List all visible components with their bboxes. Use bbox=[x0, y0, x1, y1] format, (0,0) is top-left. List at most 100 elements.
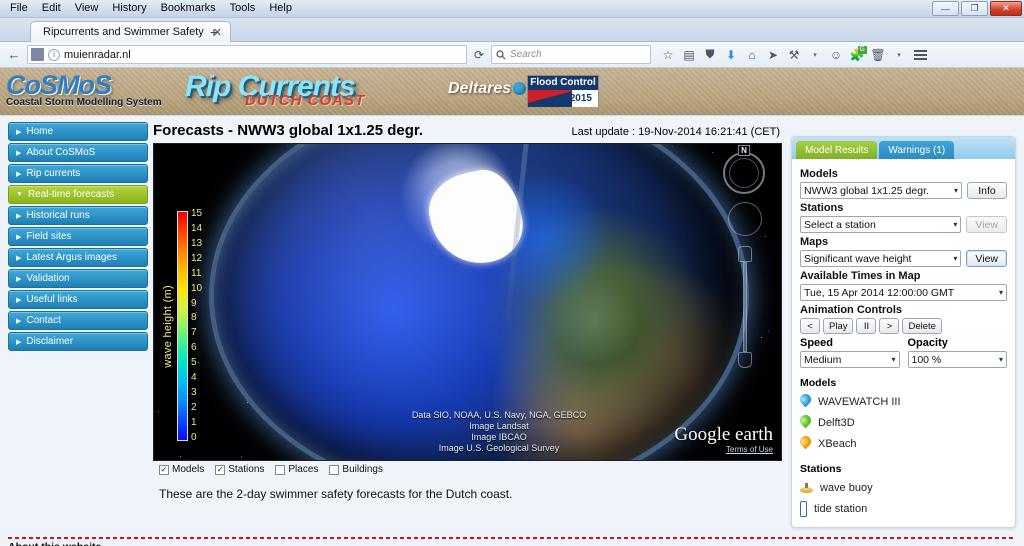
earth-navigation-controls[interactable]: N bbox=[723, 152, 767, 368]
flood-control-logo[interactable]: Flood Control 2015 bbox=[527, 75, 599, 107]
map-pin-icon bbox=[800, 394, 811, 410]
trash-icon[interactable]: 🗑 bbox=[868, 45, 888, 65]
menu-bookmarks[interactable]: Bookmarks bbox=[155, 1, 222, 15]
checkbox-checked-icon[interactable]: ✓ bbox=[159, 465, 169, 475]
checkbox-unchecked-icon[interactable] bbox=[329, 465, 339, 475]
opacity-select[interactable]: 100 % ▾ bbox=[908, 351, 1008, 368]
models-info-button[interactable]: Info bbox=[967, 182, 1007, 199]
anim-delete-button[interactable]: Delete bbox=[902, 318, 941, 334]
anim-pause-button[interactable]: II bbox=[856, 318, 876, 334]
maps-label: Maps bbox=[800, 236, 1007, 248]
sidebar-item-real-time-forecasts[interactable]: ▼ Real-time forecasts bbox=[8, 185, 148, 204]
page-info-icon[interactable]: i bbox=[48, 49, 60, 61]
menu-tools[interactable]: Tools bbox=[224, 1, 262, 15]
sidebar-item-useful-links[interactable]: ▶ Useful links bbox=[8, 290, 148, 309]
cosmos-logo[interactable]: CoSMoS Coastal Storm Modelling System bbox=[6, 70, 162, 108]
reload-icon[interactable]: ⟳ bbox=[470, 46, 488, 64]
chevron-down-icon: ▾ bbox=[954, 186, 958, 195]
compass-rose-icon[interactable]: N bbox=[723, 152, 765, 194]
sidebar-item-rip-currents[interactable]: ▶ Rip currents bbox=[8, 164, 148, 183]
deltares-logo[interactable]: Deltares bbox=[448, 80, 526, 98]
sidebar-item-validation[interactable]: ▶ Validation bbox=[8, 269, 148, 288]
menu-help[interactable]: Help bbox=[263, 1, 298, 15]
menu-file[interactable]: File bbox=[4, 1, 34, 15]
layer-label: Models bbox=[172, 464, 204, 475]
menu-hamburger-icon[interactable] bbox=[910, 45, 930, 65]
sidebar-item-home[interactable]: ▶ Home bbox=[8, 122, 148, 141]
menu-bar: File Edit View History Bookmarks Tools H… bbox=[4, 1, 298, 15]
legend-item-wavewatch: WAVEWATCH III bbox=[800, 391, 1007, 412]
google-earth-viewport[interactable]: wave height (m) 15 14 13 12 11 10 9 8 7 bbox=[153, 143, 782, 461]
layer-toggle-models[interactable]: ✓ Models bbox=[159, 464, 204, 475]
anim-previous-button[interactable]: < bbox=[800, 318, 820, 334]
layer-toggle-places[interactable]: Places bbox=[275, 464, 318, 475]
address-bar[interactable]: i muienradar.nl bbox=[27, 45, 467, 64]
sidebar-item-latest-argus-images[interactable]: ▶ Latest Argus images bbox=[8, 248, 148, 267]
downloads-icon[interactable]: ⬇ bbox=[721, 45, 741, 65]
colorbar-tick: 15 bbox=[191, 209, 202, 219]
pocket-shield-icon[interactable]: ⛊ bbox=[700, 45, 720, 65]
page-title: Forecasts - NWW3 global 1x1.25 degr. bbox=[153, 122, 423, 139]
flood-control-title: Flood Control bbox=[528, 76, 598, 90]
anim-next-button[interactable]: > bbox=[879, 318, 899, 334]
maps-select[interactable]: Significant wave height ▾ bbox=[800, 250, 961, 267]
star-speck bbox=[768, 331, 769, 332]
restore-button[interactable]: ❐ bbox=[961, 1, 988, 16]
speed-select[interactable]: Medium ▾ bbox=[800, 351, 900, 368]
new-tab-button[interactable]: + bbox=[205, 24, 223, 40]
tab-warnings[interactable]: Warnings (1) bbox=[879, 141, 954, 159]
minimize-button[interactable]: — bbox=[932, 1, 959, 16]
checkbox-unchecked-icon[interactable] bbox=[275, 465, 285, 475]
sidebar-item-field-sites[interactable]: ▶ Field sites bbox=[8, 227, 148, 246]
layer-toggle-stations[interactable]: ✓ Stations bbox=[215, 464, 264, 475]
home-icon[interactable]: ⌂ bbox=[742, 45, 762, 65]
zoom-track[interactable] bbox=[743, 262, 747, 352]
terms-of-use-link[interactable]: Terms of Use bbox=[674, 445, 773, 454]
checkbox-checked-icon[interactable]: ✓ bbox=[215, 465, 225, 475]
devtools-icon[interactable]: ⚒ bbox=[784, 45, 804, 65]
anim-play-button[interactable]: Play bbox=[823, 318, 853, 334]
overflow-caret-icon[interactable]: ▾ bbox=[889, 45, 909, 65]
stations-view-button[interactable]: View bbox=[966, 216, 1007, 233]
menu-edit[interactable]: Edit bbox=[36, 1, 67, 15]
close-button[interactable]: ✕ bbox=[990, 1, 1022, 16]
pan-wheel-control[interactable] bbox=[728, 202, 762, 236]
sidebar-item-about-cosmos[interactable]: ▶ About CoSMoS bbox=[8, 143, 148, 162]
zoom-out-handle[interactable] bbox=[738, 352, 752, 368]
menu-history[interactable]: History bbox=[106, 1, 152, 15]
colorbar-tick: 3 bbox=[191, 388, 202, 398]
bookmark-star-icon[interactable]: ☆ bbox=[658, 45, 678, 65]
speed-group: Speed Medium ▾ bbox=[800, 337, 900, 368]
sidebar-item-historical-runs[interactable]: ▶ Historical runs bbox=[8, 206, 148, 225]
zoom-in-handle[interactable] bbox=[738, 246, 752, 262]
colorbar-tick: 4 bbox=[191, 373, 202, 383]
feedback-smiley-icon[interactable]: ☺ bbox=[826, 45, 846, 65]
stations-select[interactable]: Select a station ▾ bbox=[800, 216, 961, 233]
legend-item-xbeach: XBeach bbox=[800, 433, 1007, 454]
back-icon[interactable]: ← bbox=[4, 45, 24, 65]
animation-controls-label: Animation Controls bbox=[800, 304, 1007, 316]
tab-model-results[interactable]: Model Results bbox=[796, 141, 877, 159]
reader-list-icon[interactable]: ▤ bbox=[679, 45, 699, 65]
sidebar-item-label: About CoSMoS bbox=[26, 147, 95, 158]
models-select[interactable]: NWW3 global 1x1.25 degr. ▾ bbox=[800, 182, 962, 199]
dropdown-caret-icon[interactable]: ▾ bbox=[805, 45, 825, 65]
browser-tab[interactable]: Ripcurrents and Swimmer Safety ✕ bbox=[30, 21, 231, 42]
sidebar-item-label: Disclaimer bbox=[26, 336, 73, 347]
compass-north-label: N bbox=[738, 145, 750, 156]
legend-label: wave buoy bbox=[820, 482, 873, 494]
menu-view[interactable]: View bbox=[69, 1, 105, 15]
zoom-slider[interactable] bbox=[738, 246, 752, 368]
available-times-select[interactable]: Tue, 15 Apr 2014 12:00:00 GMT ▾ bbox=[800, 284, 1007, 301]
addon-puzzle-icon[interactable]: 🧩 G bbox=[847, 45, 867, 65]
search-input[interactable]: Search bbox=[491, 45, 651, 64]
maps-view-button[interactable]: View bbox=[966, 250, 1007, 267]
sidebar-item-contact[interactable]: ▶ Contact bbox=[8, 311, 148, 330]
sidebar-item-disclaimer[interactable]: ▶ Disclaimer bbox=[8, 332, 148, 351]
layer-toggle-buildings[interactable]: Buildings bbox=[329, 464, 383, 475]
tide-station-icon bbox=[800, 501, 807, 517]
deltares-dot-icon bbox=[513, 82, 526, 95]
colorbar-tick: 1 bbox=[191, 418, 202, 428]
colorbar-tick: 14 bbox=[191, 224, 202, 234]
send-tab-icon[interactable]: ➤ bbox=[763, 45, 783, 65]
